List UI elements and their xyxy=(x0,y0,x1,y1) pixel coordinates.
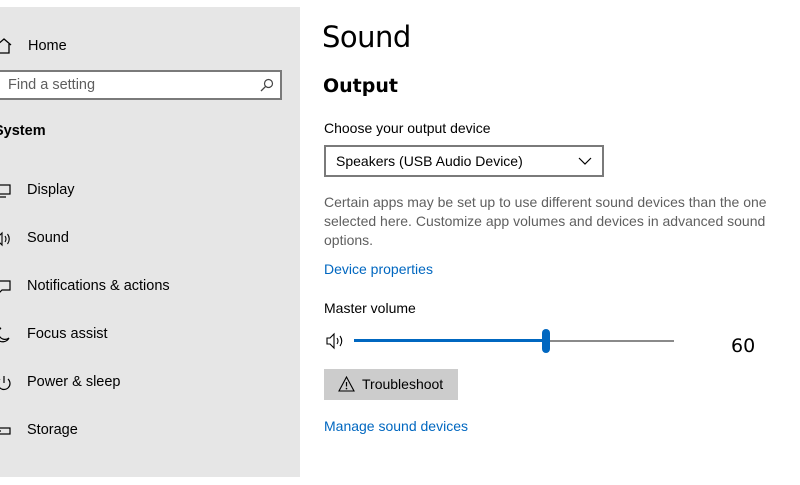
sidebar-item-label: Focus assist xyxy=(27,326,108,342)
sidebar-item-display[interactable]: Display xyxy=(0,171,300,211)
nav-home-label: Home xyxy=(28,38,67,54)
search-placeholder: Find a setting xyxy=(8,77,96,93)
volume-value: 60 xyxy=(731,335,756,357)
sidebar-item-label: Sound xyxy=(27,230,69,246)
sidebar-item-storage[interactable]: Storage xyxy=(0,411,300,451)
output-device-dropdown[interactable]: Speakers (USB Audio Device) xyxy=(324,145,604,177)
sidebar-item-notifications[interactable]: Notifications & actions xyxy=(0,267,300,307)
output-device-label: Choose your output device xyxy=(324,120,491,136)
speaker-icon xyxy=(0,231,10,247)
search-input[interactable]: Find a setting xyxy=(0,70,282,100)
power-icon xyxy=(0,376,11,390)
sidebar-item-label: Power & sleep xyxy=(27,374,121,390)
section-title-system: System xyxy=(0,123,46,139)
warning-icon xyxy=(338,376,355,392)
moon-icon xyxy=(0,327,10,343)
sidebar-item-label: Display xyxy=(27,182,75,198)
section-heading-output: Output xyxy=(323,75,398,97)
volume-slider-thumb[interactable] xyxy=(542,329,550,353)
volume-track-fill xyxy=(354,339,546,342)
troubleshoot-button[interactable]: Troubleshoot xyxy=(324,369,458,400)
notification-icon xyxy=(0,280,11,293)
troubleshoot-label: Troubleshoot xyxy=(362,376,444,392)
master-volume-slider[interactable] xyxy=(354,326,674,356)
output-device-value: Speakers (USB Audio Device) xyxy=(336,153,523,169)
nav-home[interactable]: Home xyxy=(0,29,300,63)
output-description: Certain apps may be set up to use differ… xyxy=(324,194,767,248)
manage-sound-devices-link[interactable]: Manage sound devices xyxy=(324,418,468,434)
sidebar-item-focus-assist[interactable]: Focus assist xyxy=(0,315,300,355)
sidebar: Home Find a setting System Display Sound… xyxy=(0,7,300,477)
volume-icon[interactable] xyxy=(326,332,346,350)
chevron-down-icon xyxy=(578,157,592,165)
home-icon xyxy=(0,38,12,54)
sidebar-item-power-sleep[interactable]: Power & sleep xyxy=(0,363,300,403)
search-icon[interactable] xyxy=(260,78,274,92)
master-volume-label: Master volume xyxy=(324,300,416,316)
sidebar-item-label: Notifications & actions xyxy=(27,278,170,294)
sidebar-item-label: Storage xyxy=(27,422,78,438)
sidebar-item-sound[interactable]: Sound xyxy=(0,219,300,259)
device-properties-link[interactable]: Device properties xyxy=(324,261,433,277)
page-title: Sound xyxy=(322,20,411,54)
display-icon xyxy=(0,184,11,198)
storage-icon xyxy=(0,427,11,435)
